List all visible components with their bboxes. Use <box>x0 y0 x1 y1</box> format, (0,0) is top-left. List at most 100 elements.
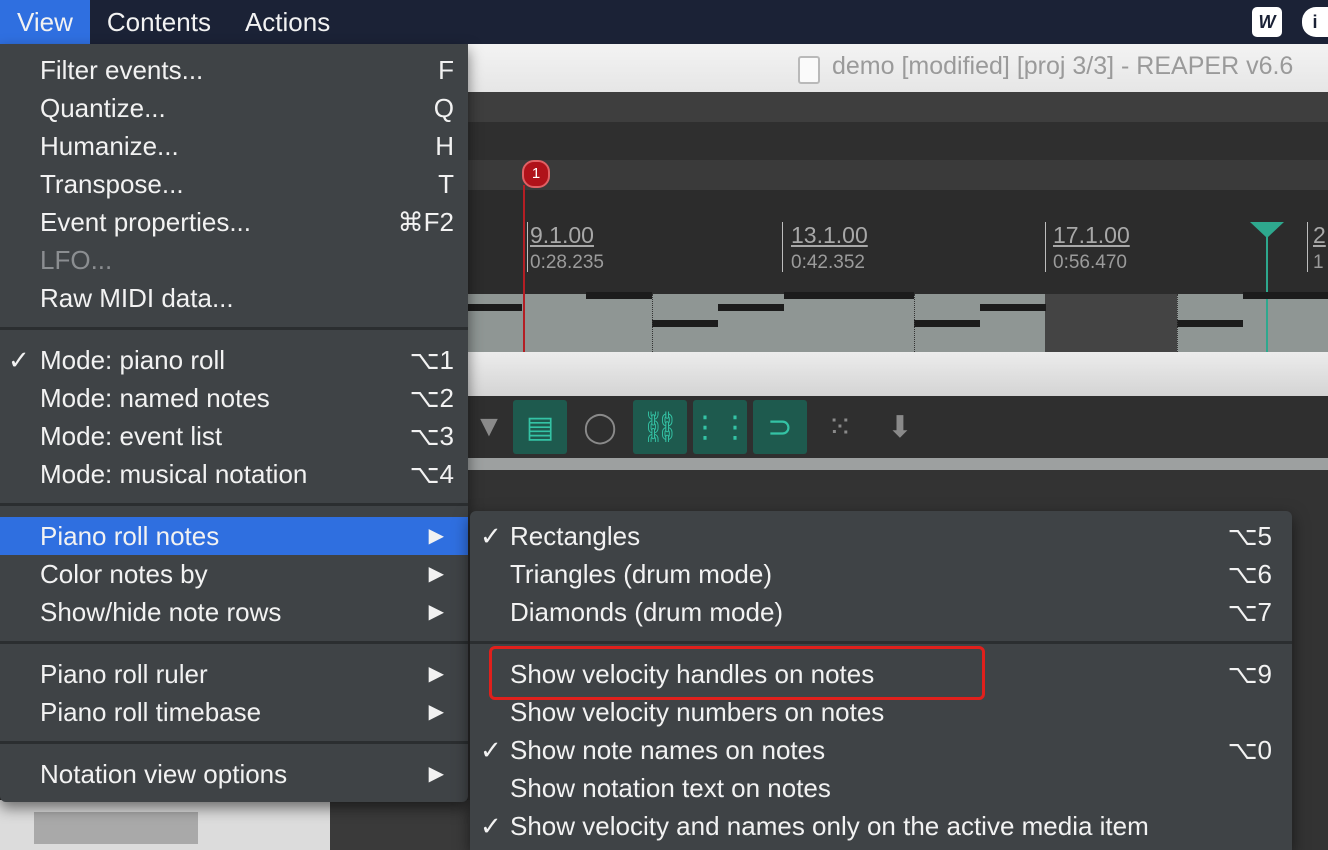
menu-item-label: Mode: piano roll <box>40 345 225 375</box>
menu-separator <box>0 327 468 330</box>
menu-item-label: Diamonds (drum mode) <box>510 597 784 627</box>
media-item-block[interactable] <box>1045 294 1177 352</box>
submenu-item-velocity-names-active-item[interactable]: ✓ Show velocity and names only on the ac… <box>470 807 1292 845</box>
ruler-measure: 2 <box>1313 222 1326 248</box>
menu-item-filter-events[interactable]: Filter events... F <box>0 51 468 89</box>
submenu-arrow-icon: ▶ <box>428 563 444 585</box>
ruler-measure: 9.1.00 <box>530 222 594 248</box>
piano-roll-mode-icon[interactable]: ▤ <box>513 400 567 454</box>
grid-icon[interactable]: ⋮⋮ <box>690 400 750 454</box>
scroll-track[interactable] <box>468 458 1328 470</box>
menu-item-label: Quantize... <box>40 93 166 123</box>
cc-lane[interactable] <box>330 800 470 850</box>
menu-item-event-properties[interactable]: Event properties... ⌘F2 <box>0 203 468 241</box>
ruler-tick <box>1045 222 1046 272</box>
menu-item-shortcut: ⌥6 <box>1227 559 1272 589</box>
menu-item-mode-musical-notation[interactable]: Mode: musical notation ⌥4 <box>0 455 468 493</box>
menu-item-label: Triangles (drum mode) <box>510 559 773 589</box>
timeline-ruler[interactable] <box>468 190 1328 294</box>
ruler-measure: 13.1.00 <box>791 222 868 248</box>
menu-item-shortcut: ⌘F2 <box>397 207 454 237</box>
menu-item-shortcut: ⌥9 <box>1227 659 1272 689</box>
menu-item-lfo: LFO... <box>0 241 468 279</box>
menu-item-show-hide-note-rows[interactable]: Show/hide note rows ▶ <box>0 593 468 631</box>
menu-separator <box>0 641 468 644</box>
ruler-measure: 17.1.00 <box>1053 222 1130 248</box>
divider-bar <box>468 352 1328 396</box>
download-icon[interactable]: ⬇ <box>873 400 927 454</box>
menu-item-piano-roll-timebase[interactable]: Piano roll timebase ▶ <box>0 693 468 731</box>
menu-item-shortcut: H <box>435 131 454 161</box>
filter-icon[interactable]: ▼ <box>462 400 516 454</box>
wps-icon[interactable]: W <box>1252 7 1282 37</box>
menu-item-mode-named-notes[interactable]: Mode: named notes ⌥2 <box>0 379 468 417</box>
ruler-tick <box>782 222 783 272</box>
menu-item-label: Mode: musical notation <box>40 459 308 489</box>
menu-item-notation-view-options[interactable]: Notation view options ▶ <box>0 755 468 793</box>
highlight-annotation-box <box>489 646 985 700</box>
submenu-item-triangles[interactable]: Triangles (drum mode) ⌥6 <box>470 555 1292 593</box>
menu-item-label: Color notes by <box>40 559 208 589</box>
menu-item-label: Piano roll notes <box>40 521 220 551</box>
ruler-tick <box>1307 222 1308 272</box>
midi-note <box>718 304 784 311</box>
submenu-item-show-notation-text[interactable]: Show notation text on notes <box>470 769 1292 807</box>
midi-note <box>1243 292 1328 299</box>
midi-note <box>914 320 980 327</box>
menu-view[interactable]: View <box>0 0 90 44</box>
menu-item-mode-event-list[interactable]: Mode: event list ⌥3 <box>0 417 468 455</box>
document-icon <box>798 56 820 84</box>
menu-item-label: Humanize... <box>40 131 179 161</box>
menu-item-label: Piano roll timebase <box>40 697 262 727</box>
menu-item-label: Show note names on notes <box>510 735 826 765</box>
ruler-time: 1 <box>1313 252 1324 273</box>
menu-item-label: Raw MIDI data... <box>40 283 234 313</box>
link-icon[interactable]: ⛓ <box>633 400 687 454</box>
midi-note <box>586 292 652 299</box>
submenu-item-rectangles[interactable]: ✓ Rectangles ⌥5 <box>470 517 1292 555</box>
quantize-icon[interactable]: ◯ <box>573 400 627 454</box>
midi-note <box>1177 320 1243 327</box>
menu-item-label: Event properties... <box>40 207 251 237</box>
menu-item-raw-midi-data[interactable]: Raw MIDI data... <box>0 279 468 317</box>
keyboard-panel[interactable] <box>0 800 330 850</box>
submenu-arrow-icon: ▶ <box>428 525 444 547</box>
ruler-time: 0:42.352 <box>791 252 865 273</box>
snap-icon[interactable]: ⊃ <box>753 400 807 454</box>
menu-item-label: Piano roll ruler <box>40 659 208 689</box>
menu-item-label: Show notation text on notes <box>510 773 831 803</box>
menu-item-shortcut: ⌥2 <box>409 383 454 413</box>
window-titlebar: demo [modified] [proj 3/3] - REAPER v6.6 <box>468 44 1328 93</box>
footsteps-icon[interactable]: ⁙ <box>813 400 867 454</box>
menu-bar: View Contents Actions W i <box>0 0 1328 44</box>
checkmark-icon: ✓ <box>480 735 502 765</box>
menu-item-label: Transpose... <box>40 169 184 199</box>
view-menu-dropdown: Filter events... F Quantize... Q Humaniz… <box>0 44 468 802</box>
midi-note <box>784 292 914 299</box>
menu-item-piano-roll-ruler[interactable]: Piano roll ruler ▶ <box>0 655 468 693</box>
status-icons: W i <box>1252 0 1328 44</box>
menu-item-shortcut: T <box>438 169 454 199</box>
menu-contents[interactable]: Contents <box>90 0 228 44</box>
beat-gridline <box>652 294 653 352</box>
menu-item-label: Mode: named notes <box>40 383 270 413</box>
menu-item-mode-piano-roll[interactable]: ✓ Mode: piano roll ⌥1 <box>0 341 468 379</box>
marker-badge[interactable]: 1 <box>522 160 550 188</box>
menu-item-quantize[interactable]: Quantize... Q <box>0 89 468 127</box>
menu-item-shortcut: ⌥7 <box>1227 597 1272 627</box>
submenu-item-diamonds[interactable]: Diamonds (drum mode) ⌥7 <box>470 593 1292 631</box>
submenu-item-show-note-names[interactable]: ✓ Show note names on notes ⌥0 <box>470 731 1292 769</box>
menu-separator <box>0 741 468 744</box>
menu-item-label: Show/hide note rows <box>40 597 282 627</box>
menu-item-piano-roll-notes[interactable]: Piano roll notes ▶ <box>0 517 468 555</box>
menu-item-shortcut: ⌥5 <box>1227 521 1272 551</box>
menu-item-humanize[interactable]: Humanize... H <box>0 127 468 165</box>
menu-actions[interactable]: Actions <box>228 0 347 44</box>
menu-item-transpose[interactable]: Transpose... T <box>0 165 468 203</box>
menu-item-shortcut: Q <box>433 93 454 123</box>
chat-icon[interactable]: i <box>1302 7 1328 37</box>
keyboard-key[interactable] <box>34 812 198 844</box>
menu-item-color-notes-by[interactable]: Color notes by ▶ <box>0 555 468 593</box>
ruler-tick <box>527 222 528 272</box>
menu-separator <box>470 641 1292 644</box>
